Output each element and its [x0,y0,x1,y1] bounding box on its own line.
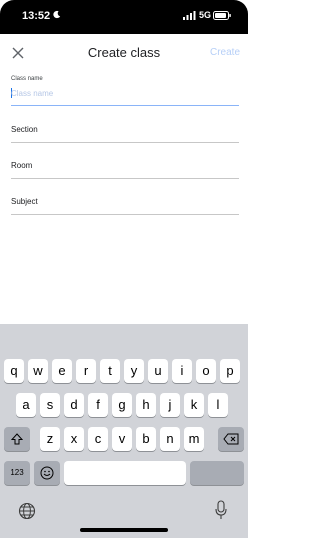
return-key[interactable] [190,461,244,485]
key[interactable]: b [136,427,156,451]
key[interactable]: t [100,359,120,383]
subject-field[interactable]: Subject [11,197,239,215]
subject-label: Subject [11,197,38,206]
key[interactable]: g [112,393,132,417]
key[interactable]: e [52,359,72,383]
network-type: 5G [199,10,212,20]
key[interactable]: q [4,359,24,383]
key[interactable]: n [160,427,180,451]
battery-icon [213,11,231,20]
key[interactable]: x [64,427,84,451]
class-name-field: Class name [11,76,239,106]
app-header: Create class Create [0,34,248,72]
create-button[interactable]: Create [210,47,240,58]
emoji-icon [40,466,54,480]
key[interactable]: l [208,393,228,417]
section-field[interactable]: Section [11,125,239,143]
key[interactable]: d [64,393,84,417]
class-name-label: Class name [11,76,43,82]
numbers-key[interactable]: 123 [4,461,30,485]
key[interactable]: o [196,359,216,383]
key[interactable]: h [136,393,156,417]
key[interactable]: c [88,427,108,451]
room-field[interactable]: Room [11,161,239,179]
key[interactable]: u [148,359,168,383]
signal-icon [183,11,196,20]
shift-icon [10,433,24,445]
keyboard: q w e r t y u i o p a s d f g h j k l z … [0,324,248,538]
key[interactable]: a [16,393,36,417]
key[interactable]: w [28,359,48,383]
shift-key[interactable] [4,427,30,451]
backspace-key[interactable] [218,427,244,451]
key[interactable]: v [112,427,132,451]
room-label: Room [11,161,33,170]
microphone-icon[interactable] [214,500,228,520]
key[interactable]: r [76,359,96,383]
key[interactable]: i [172,359,192,383]
section-label: Section [11,125,38,134]
key[interactable]: z [40,427,60,451]
key[interactable]: m [184,427,204,451]
space-key[interactable] [64,461,186,485]
globe-icon[interactable] [18,502,36,520]
key[interactable]: j [160,393,180,417]
status-time: 13:52 [22,10,51,22]
emoji-key[interactable] [34,461,60,485]
key[interactable]: y [124,359,144,383]
class-name-input[interactable] [11,87,239,99]
key[interactable]: s [40,393,60,417]
key[interactable]: p [220,359,240,383]
key[interactable]: f [88,393,108,417]
backspace-icon [223,433,239,445]
status-bar: 13:52 5G [0,0,248,34]
moon-icon [53,10,61,19]
home-indicator [80,528,168,532]
key[interactable]: k [184,393,204,417]
